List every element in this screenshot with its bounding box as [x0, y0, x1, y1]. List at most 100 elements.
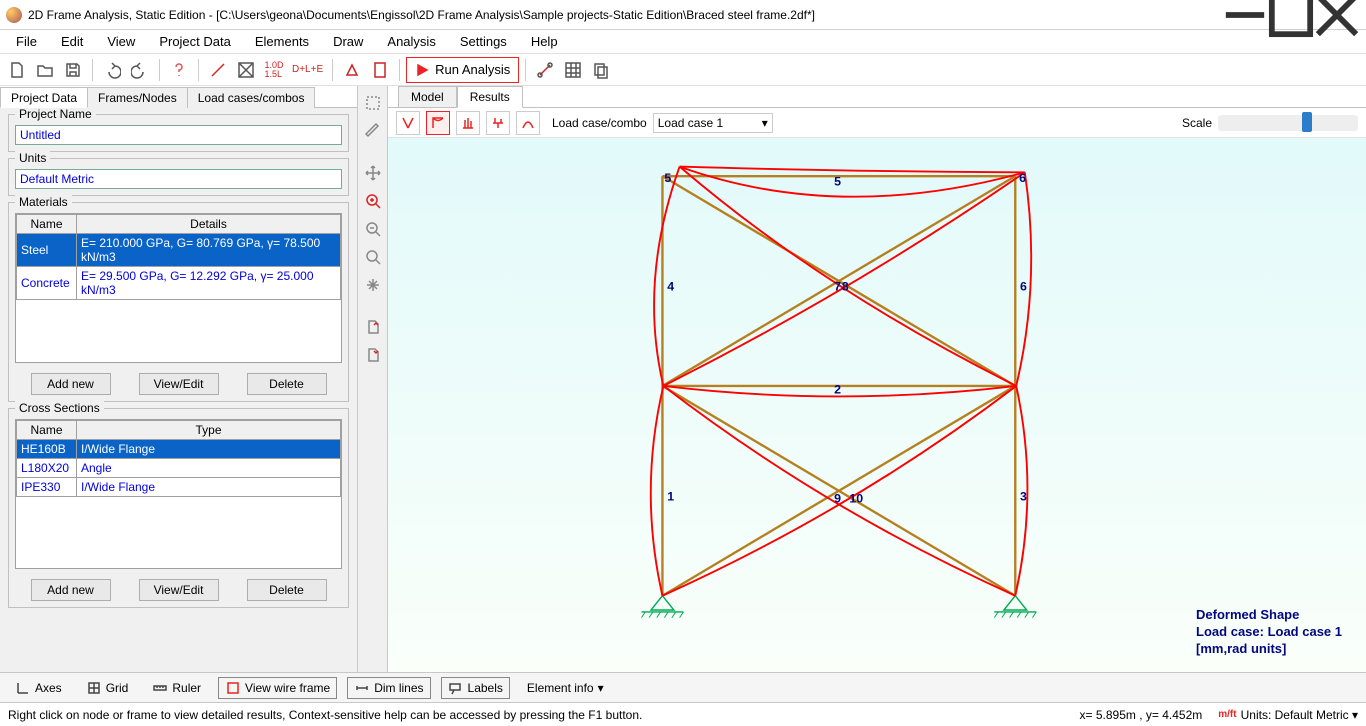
table-row[interactable]: IPE330I/Wide Flange [17, 478, 341, 497]
pencil-icon[interactable] [362, 120, 384, 142]
dl-combo-button[interactable]: D+L+E [289, 57, 326, 83]
result-deformed-icon[interactable] [426, 111, 450, 135]
table-row[interactable]: SteelE= 210.000 GPa, G= 80.769 GPa, γ= 7… [17, 234, 341, 267]
sections-legend: Cross Sections [15, 401, 104, 415]
sections-edit-button[interactable]: View/Edit [139, 579, 219, 601]
project-data-panel: Project Data Frames/Nodes Load cases/com… [0, 86, 358, 672]
menubar: File Edit View Project Data Elements Dra… [0, 30, 1366, 54]
menu-settings[interactable]: Settings [448, 32, 519, 51]
sections-table[interactable]: Name Type HE160BI/Wide Flange L180X20Ang… [16, 420, 341, 497]
zoom-in-icon[interactable] [362, 190, 384, 212]
toolbar: 1.0D1.5L D+L+E Run Analysis [0, 54, 1366, 86]
materials-group: Materials Name Details SteelE= 210.000 G… [8, 202, 349, 402]
svg-text:7: 7 [834, 280, 841, 294]
svg-text:5: 5 [834, 175, 841, 189]
sections-add-button[interactable]: Add new [31, 579, 111, 601]
svg-text:3: 3 [1020, 489, 1027, 503]
minimize-button[interactable] [1222, 0, 1268, 30]
units-group: Units [8, 158, 349, 196]
zoom-out-icon[interactable] [362, 218, 384, 240]
svg-text:6: 6 [1020, 280, 1027, 294]
table-row[interactable]: L180X20Angle [17, 459, 341, 478]
undo-button[interactable] [99, 57, 125, 83]
node-tool-button[interactable] [233, 57, 259, 83]
zoom-extent-icon[interactable] [362, 274, 384, 296]
menu-file[interactable]: File [4, 32, 49, 51]
load-case-select[interactable]: Load case 1▾ [653, 113, 773, 133]
tab-frames-nodes[interactable]: Frames/Nodes [87, 87, 188, 108]
statusbar: Right click on node or frame to view det… [0, 702, 1366, 726]
axes-toggle[interactable]: Axes [8, 677, 69, 699]
result-shear-icon[interactable] [486, 111, 510, 135]
release-button[interactable] [532, 57, 558, 83]
svg-text:5: 5 [664, 171, 671, 185]
materials-add-button[interactable]: Add new [31, 373, 111, 395]
zoom-window-icon[interactable] [362, 246, 384, 268]
dimlines-toggle[interactable]: Dim lines [347, 677, 430, 699]
units-input[interactable] [15, 169, 342, 189]
labels-toggle[interactable]: Labels [441, 677, 510, 699]
menu-project-data[interactable]: Project Data [147, 32, 243, 51]
select-icon[interactable] [362, 92, 384, 114]
chevron-down-icon: ▾ [762, 116, 768, 130]
menu-view[interactable]: View [95, 32, 147, 51]
support-button[interactable] [339, 57, 365, 83]
menu-draw[interactable]: Draw [321, 32, 375, 51]
import-doc-icon[interactable] [362, 344, 384, 366]
canvas-area: Model Results Load case/combo Load case … [388, 86, 1366, 672]
run-analysis-button[interactable]: Run Analysis [406, 57, 519, 83]
svg-text:4: 4 [667, 280, 674, 294]
new-file-button[interactable] [4, 57, 30, 83]
load-button[interactable] [367, 57, 393, 83]
tab-model[interactable]: Model [398, 86, 457, 108]
result-moment-icon[interactable] [516, 111, 540, 135]
units-legend: Units [15, 151, 50, 165]
tab-project-data[interactable]: Project Data [0, 87, 88, 108]
result-canvas[interactable]: 1 2 3 4 5 6 7 8 9 10 5 6 Deformed Shape … [388, 138, 1366, 672]
materials-table[interactable]: Name Details SteelE= 210.000 GPa, G= 80.… [16, 214, 341, 300]
open-file-button[interactable] [32, 57, 58, 83]
export-doc-icon[interactable] [362, 316, 384, 338]
scale-slider[interactable] [1218, 115, 1358, 131]
frame-tool-button[interactable] [205, 57, 231, 83]
close-button[interactable] [1314, 0, 1360, 30]
chevron-down-icon: ▾ [598, 681, 604, 695]
menu-edit[interactable]: Edit [49, 32, 95, 51]
result-axial-icon[interactable] [456, 111, 480, 135]
element-info-dropdown[interactable]: Element info ▾ [520, 678, 611, 698]
scale-label: Scale [1182, 116, 1212, 130]
maximize-button[interactable] [1268, 0, 1314, 30]
grid-toggle[interactable]: Grid [79, 677, 136, 699]
copy-button[interactable] [588, 57, 614, 83]
units-icon: m/ft [1218, 709, 1236, 720]
save-file-button[interactable] [60, 57, 86, 83]
tab-load-cases[interactable]: Load cases/combos [187, 87, 316, 108]
project-name-input[interactable] [15, 125, 342, 145]
svg-text:1: 1 [667, 489, 674, 503]
load-combo-button[interactable]: 1.0D1.5L [261, 57, 287, 83]
table-row[interactable]: HE160BI/Wide Flange [17, 440, 341, 459]
tab-results[interactable]: Results [457, 86, 523, 108]
pan-icon[interactable] [362, 162, 384, 184]
menu-help[interactable]: Help [519, 32, 570, 51]
menu-elements[interactable]: Elements [243, 32, 321, 51]
help-button[interactable] [166, 57, 192, 83]
menu-analysis[interactable]: Analysis [375, 32, 447, 51]
run-analysis-label: Run Analysis [435, 62, 510, 77]
materials-delete-button[interactable]: Delete [247, 373, 327, 395]
sections-group: Cross Sections Name Type HE160BI/Wide Fl… [8, 408, 349, 608]
sections-col-type: Type [77, 421, 341, 440]
svg-text:2: 2 [834, 383, 841, 397]
app-icon [6, 7, 22, 23]
load-case-label: Load case/combo [552, 116, 647, 130]
materials-edit-button[interactable]: View/Edit [139, 373, 219, 395]
table-button[interactable] [560, 57, 586, 83]
ruler-toggle[interactable]: Ruler [145, 677, 208, 699]
table-row[interactable]: ConcreteE= 29.500 GPa, G= 12.292 GPa, γ=… [17, 267, 341, 300]
view-options-bar: Axes Grid Ruler View wire frame Dim line… [0, 672, 1366, 702]
redo-button[interactable] [127, 57, 153, 83]
wireframe-toggle[interactable]: View wire frame [218, 677, 337, 699]
result-reactions-icon[interactable] [396, 111, 420, 135]
sections-delete-button[interactable]: Delete [247, 579, 327, 601]
status-units[interactable]: Units: Default Metric ▾ [1241, 708, 1358, 722]
